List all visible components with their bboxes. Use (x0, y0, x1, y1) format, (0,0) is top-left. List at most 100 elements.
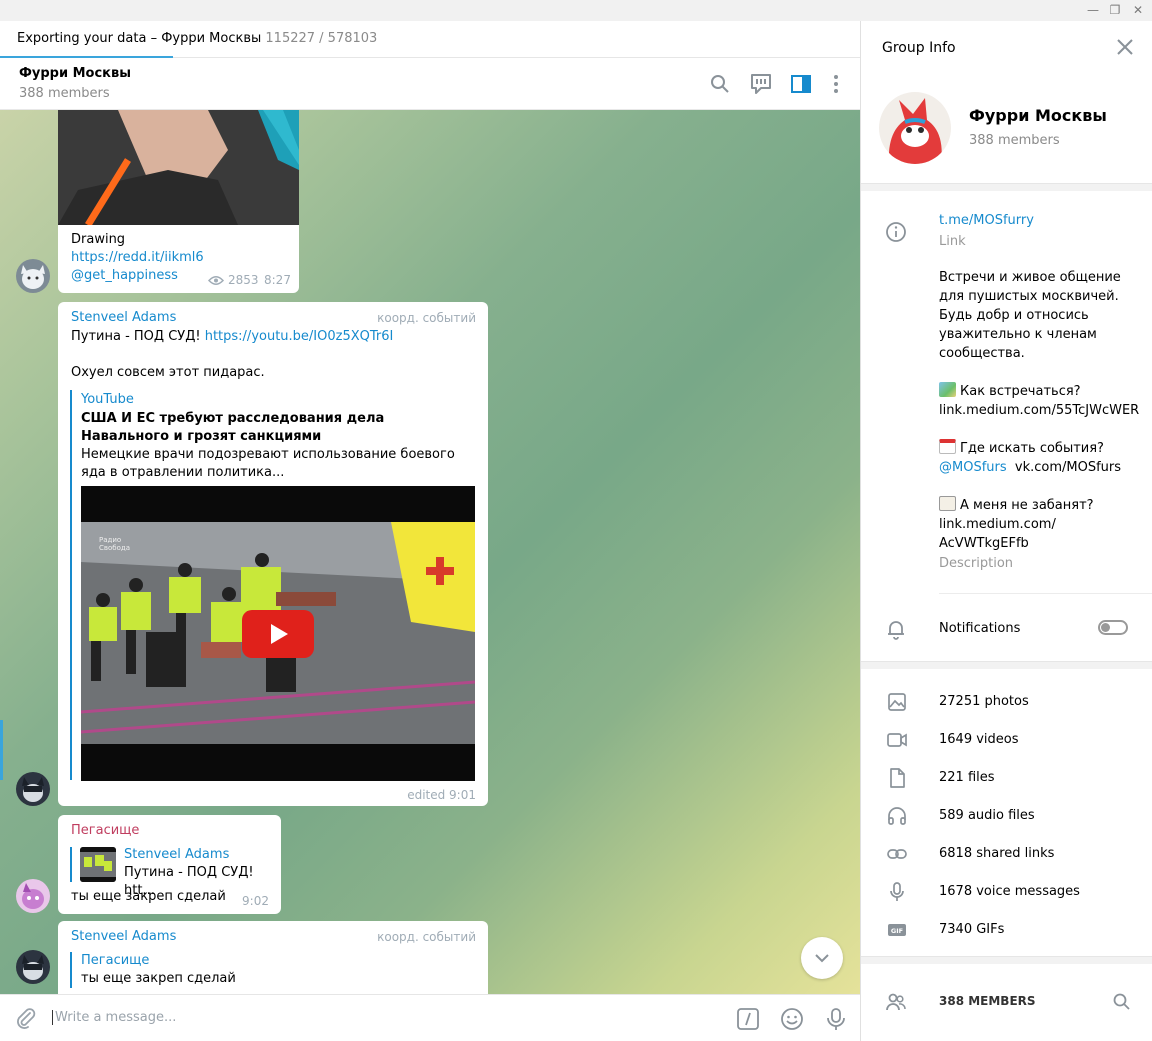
desc-question: А меня не забанят? (960, 498, 1094, 513)
divider (861, 956, 1152, 964)
map-emoji-icon (939, 382, 956, 397)
group-description[interactable]: Встречи и живое общение для пушистых мос… (939, 268, 1139, 553)
sender-name[interactable]: Пегасище (71, 823, 139, 838)
sidebar-toggle-icon[interactable] (789, 72, 813, 96)
group-name: Фурри Москвы (969, 106, 1107, 125)
message-mention[interactable]: @get_happiness (71, 267, 178, 285)
message-caption: Drawing (71, 232, 126, 247)
photo-icon (888, 693, 906, 711)
restore-button[interactable]: ❐ (1105, 2, 1125, 19)
media-row-gif[interactable]: GIF 7340 GIFs (861, 911, 1152, 949)
drawing-photo[interactable] (58, 110, 299, 225)
divider (861, 183, 1152, 191)
message-text-prefix: Путина - ПОД СУД! (71, 329, 205, 344)
reply-sender[interactable]: Stenveel Adams (124, 847, 229, 862)
chevron-down-icon (815, 954, 829, 963)
members-count-label: 388 MEMBERS (939, 994, 1036, 1008)
media-row-microphone[interactable]: 1678 voice messages (861, 873, 1152, 911)
desc-mention[interactable]: @MOSfurs (939, 460, 1007, 475)
microphone-icon[interactable] (824, 1007, 848, 1031)
clipboard-emoji-icon (939, 496, 956, 511)
group-member-count: 388 members (969, 133, 1060, 148)
message-edited-time: edited 9:01 (407, 788, 476, 802)
bot-commands-icon[interactable] (736, 1007, 760, 1031)
message-input[interactable]: Write a message... (52, 1010, 176, 1025)
chat-title[interactable]: Фурри Москвы (19, 66, 131, 81)
desc-line: сообщества. (939, 346, 1025, 361)
message-text: ты еще закреп сделай (71, 889, 226, 904)
media-row-video[interactable]: 1649 videos (861, 721, 1152, 759)
info-icon (886, 222, 906, 242)
bell-icon (888, 621, 904, 640)
video-preview[interactable]: Радио Свобода (81, 486, 475, 781)
media-row-label: 7340 GIFs (939, 922, 1005, 937)
view-count: 2853 (228, 273, 259, 287)
export-progress-bar[interactable]: Exporting your data – Фурри Москвы 11522… (0, 21, 860, 58)
link-icon (887, 849, 907, 859)
message-bubble[interactable]: Drawing https://redd.it/iikml6 @get_happ… (58, 110, 299, 293)
chat-member-count: 388 members (19, 86, 110, 101)
preview-bar (70, 390, 72, 780)
media-row-headphones[interactable]: 589 audio files (861, 797, 1152, 835)
scroll-to-bottom-button[interactable] (801, 937, 843, 979)
group-avatar[interactable] (879, 92, 951, 164)
message-bubble[interactable]: Stenveel Adams коорд. событий Путина - П… (58, 302, 488, 806)
media-row-label: 1649 videos (939, 732, 1019, 747)
desc-link[interactable]: AcVWTkgEFfb (939, 534, 1139, 553)
attach-icon[interactable] (14, 1007, 38, 1031)
gif-icon: GIF (888, 924, 906, 936)
chat-header[interactable]: Фурри Москвы 388 members (0, 58, 860, 110)
media-row-photo[interactable]: 27251 photos (861, 683, 1152, 721)
divider (861, 661, 1152, 669)
message-text-line2: Охуел совсем этот пидарас. (71, 365, 265, 380)
group-link[interactable]: t.me/MOSfurry (939, 213, 1034, 228)
admin-rank: коорд. событий (377, 311, 476, 325)
avatar[interactable] (16, 259, 50, 293)
avatar[interactable] (16, 950, 50, 984)
more-vertical-icon[interactable] (824, 72, 848, 96)
media-row-file[interactable]: 221 files (861, 759, 1152, 797)
file-icon (890, 768, 905, 788)
desc-question: Как встречаться? (960, 384, 1081, 399)
media-row-label: 589 audio files (939, 808, 1035, 823)
notifications-toggle[interactable] (1098, 620, 1128, 635)
desc-link[interactable]: link.medium.com/55TcJWcWER (939, 401, 1139, 420)
search-icon[interactable] (1112, 992, 1132, 1012)
desc-line: Встречи и живое общение (939, 270, 1121, 285)
sender-name[interactable]: Stenveel Adams (71, 929, 176, 944)
desc-line: уважительно к членам (939, 327, 1097, 342)
message-bubble[interactable]: Stenveel Adams коорд. событий Пегасище т… (58, 921, 488, 994)
avatar[interactable] (16, 879, 50, 913)
media-row-label: 6818 shared links (939, 846, 1055, 861)
emoji-icon[interactable] (780, 1007, 804, 1031)
notifications-label: Notifications (939, 621, 1021, 636)
minimize-button[interactable]: — (1083, 2, 1103, 19)
media-row-link[interactable]: 6818 shared links (861, 835, 1152, 873)
media-row-label: 221 files (939, 770, 995, 785)
close-window-button[interactable]: ✕ (1128, 2, 1148, 19)
sender-name[interactable]: Stenveel Adams (71, 310, 176, 325)
desc-link[interactable]: link.medium.com/ (939, 515, 1139, 534)
message-bubble[interactable]: Пегасище Stenveel Adams Путина - ПОД СУД… (58, 815, 281, 914)
message-list[interactable]: Drawing https://redd.it/iikml6 @get_happ… (0, 110, 860, 994)
export-title: Exporting your data – Фурри Москвы (17, 31, 262, 46)
desc-line: Будь добр и относись (939, 308, 1089, 323)
discuss-icon[interactable] (749, 72, 773, 96)
preview-title: США И ЕС требуют расследования дела Нава… (81, 411, 385, 444)
members-header[interactable]: 388 MEMBERS (861, 981, 1152, 1021)
divider (939, 593, 1152, 594)
search-icon[interactable] (708, 72, 732, 96)
play-icon[interactable] (242, 610, 314, 658)
message-link[interactable]: https://youtu.be/IO0z5XQTr6I (205, 329, 394, 344)
reply-bar (70, 847, 72, 882)
desc-link[interactable]: vk.com/MOSfurs (1015, 460, 1121, 475)
chat-column: Exporting your data – Фурри Москвы 11522… (0, 21, 860, 1041)
description-label: Description (939, 556, 1014, 571)
video-watermark: Радио Свобода (99, 536, 131, 552)
avatar[interactable] (16, 772, 50, 806)
reply-sender[interactable]: Пегасище (81, 953, 149, 968)
reply-preview: ты еще закреп сделай (81, 971, 236, 986)
message-link[interactable]: https://redd.it/iikml6 (71, 249, 204, 267)
window-titlebar: — ❐ ✕ (0, 0, 1152, 21)
close-icon[interactable] (1116, 38, 1134, 56)
